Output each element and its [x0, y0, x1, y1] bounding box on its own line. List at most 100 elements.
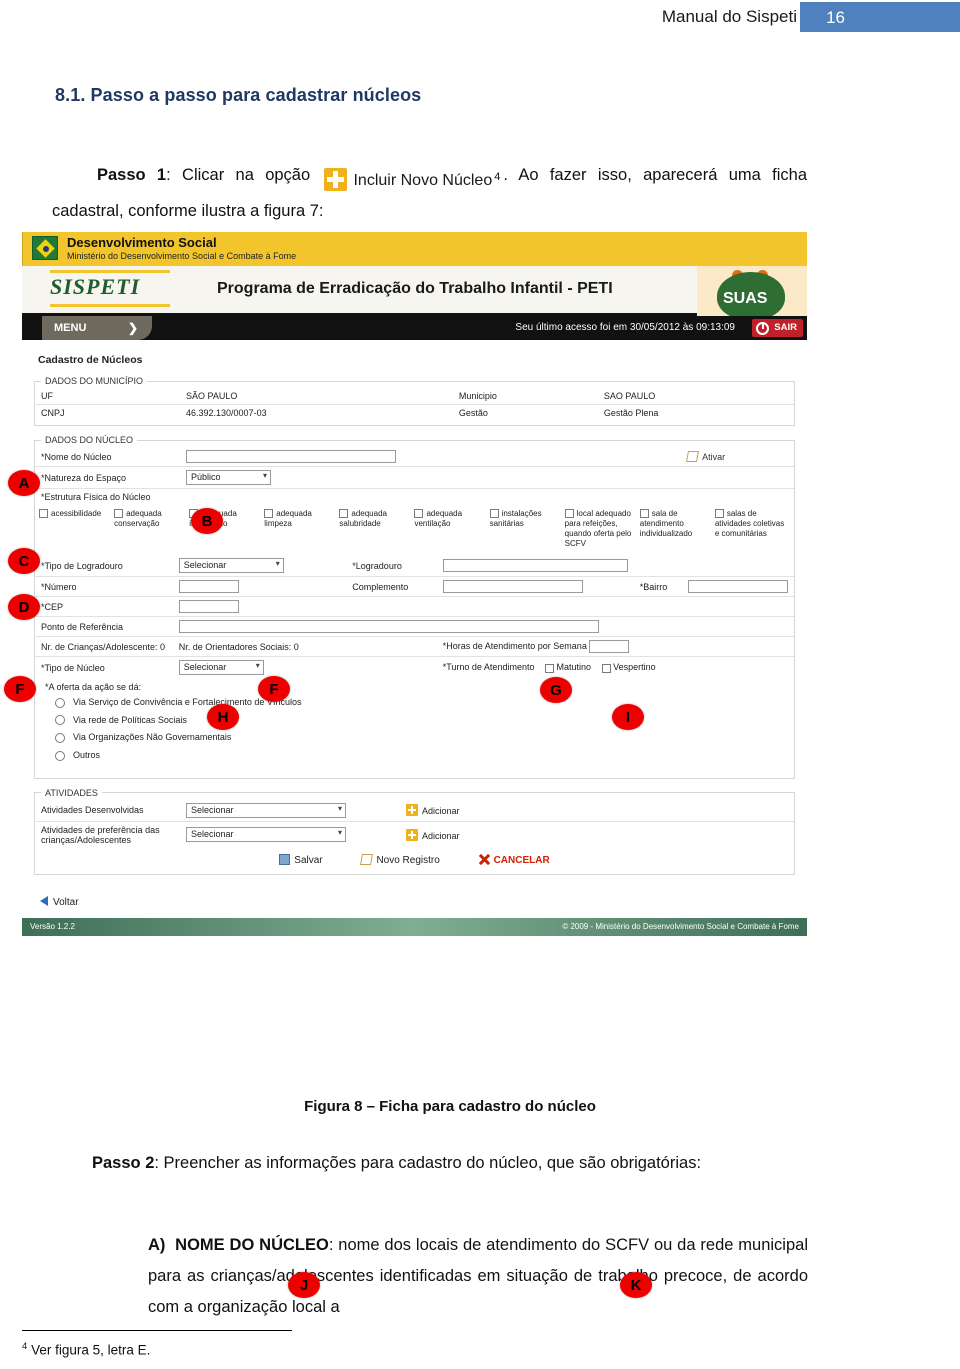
checkbox-icon[interactable] — [564, 509, 574, 519]
numero-cell — [172, 576, 347, 597]
checkbox-matutino-icon[interactable] — [544, 663, 554, 673]
oferta-question: *A oferta da ação se dá: — [45, 682, 142, 692]
checkbox-salas-coletivas[interactable]: salas de atividades coletivas e comunitá… — [714, 509, 790, 549]
item-a-term: NOME DO NÚCLEO — [175, 1236, 329, 1254]
atividades-preferencia-select[interactable]: Selecionar — [186, 827, 346, 842]
uf-label: UF — [35, 388, 180, 405]
checkbox-acessibilidade[interactable]: acessibilidade — [39, 509, 114, 549]
form-area: Cadastro de Núcleos DADOS DO MUNICÍPIO U… — [22, 340, 807, 918]
checkbox-vespertino-icon[interactable] — [601, 663, 611, 673]
page-number: 16 — [826, 8, 845, 27]
checkbox-sala-atendimento[interactable]: sala de atendimento individualizado — [639, 509, 715, 549]
municipio-label: Municipio — [452, 388, 598, 405]
numero-input[interactable] — [178, 580, 239, 593]
radio-option-politicas-sociais[interactable]: Via rede de Políticas Sociais — [55, 715, 786, 726]
logradouro-input[interactable] — [442, 559, 628, 572]
ponto-referencia-input[interactable] — [178, 620, 599, 633]
radio-icon[interactable] — [55, 750, 65, 761]
form-page-title: Cadastro de Núcleos — [38, 354, 143, 366]
adicionar-preferencia-button[interactable]: Adicionar — [406, 828, 460, 841]
checkbox-icon[interactable] — [714, 509, 724, 519]
checkbox-icon[interactable] — [339, 509, 349, 519]
footnote: 4 Ver figura 5, letra E. — [22, 1341, 150, 1358]
nome-nucleo-label: *Nome do Núcleo — [35, 447, 180, 467]
menu-button[interactable]: MENU ❯ — [42, 316, 152, 340]
figure-screenshot: Desenvolvimento Social Ministério do Des… — [22, 232, 807, 1022]
checkbox-salubridade[interactable]: adequada salubridade — [339, 509, 414, 549]
incluir-novo-nucleo-label: Incluir Novo Núcleo — [353, 172, 493, 189]
menu-label: MENU — [54, 322, 87, 334]
logradouro-cell — [436, 555, 634, 577]
bairro-input[interactable] — [688, 580, 788, 593]
checkbox-icon[interactable] — [414, 509, 424, 519]
checkbox-label: acessibilidade — [51, 509, 102, 518]
nome-nucleo-cell — [180, 447, 682, 467]
arrow-left-icon — [40, 895, 48, 906]
checkbox-limpeza[interactable]: adequada limpeza — [264, 509, 339, 549]
ativar-button[interactable]: Ativar — [686, 451, 725, 462]
passo2-text: : Preencher as informações para cadastro… — [154, 1154, 702, 1172]
gestao-value: Gestão Plena — [603, 408, 659, 418]
manual-title: Manual do Sispeti — [661, 7, 797, 26]
voltar-button[interactable]: Voltar — [22, 884, 807, 918]
municipio-value: SAO PAULO — [597, 388, 794, 405]
checkbox-ventilacao[interactable]: adequada ventilação — [414, 509, 489, 549]
cancelar-button[interactable]: CANCELAR — [479, 855, 550, 866]
radio-label: Via Organizações Não Governamentais — [73, 732, 232, 743]
passo1-lead: Passo 1 — [97, 166, 167, 184]
passo1-paragraph: Passo 1: Clicar na opção Incluir Novo Nú… — [52, 160, 807, 226]
checkbox-icon[interactable] — [39, 509, 48, 519]
atividades-desenvolvidas-select[interactable]: Selecionar — [186, 802, 346, 818]
checkbox-icon[interactable] — [264, 509, 274, 519]
cep-input[interactable] — [178, 600, 239, 613]
program-title: Programa de Erradicação do Trabalho Infa… — [217, 280, 613, 297]
complemento-input[interactable] — [442, 580, 583, 593]
brazil-flag-icon — [32, 236, 58, 260]
nome-nucleo-input[interactable] — [186, 450, 396, 463]
turno-label: *Turno de Atendimento — [442, 662, 535, 673]
checkbox-icon[interactable] — [114, 509, 124, 519]
radio-icon[interactable] — [55, 715, 65, 726]
plus-icon — [406, 804, 418, 816]
cancelar-label: CANCELAR — [493, 854, 550, 866]
spacer-cell-2 — [682, 555, 794, 577]
checkbox-conservacao[interactable]: adequada conservação — [114, 509, 189, 549]
horas-input[interactable] — [589, 640, 630, 653]
table-row: *Tipo de Logradouro Selecionar *Logradou… — [35, 555, 794, 577]
oferta-block: *A oferta da ação se dá: Via Serviço de … — [35, 678, 794, 774]
voltar-label: Voltar — [53, 896, 79, 908]
new-record-icon — [360, 853, 374, 865]
table-row: Nr. de Crianças/Adolescente: 0 Nr. de Or… — [35, 636, 794, 657]
radio-icon[interactable] — [55, 732, 65, 743]
natureza-select[interactable]: Público — [186, 470, 271, 485]
annotation-marker-f: F — [258, 676, 290, 702]
checkbox-instalacoes-sanitarias[interactable]: instalações sanitárias — [489, 509, 565, 549]
passo2-paragraph: Passo 2: Preencher as informações para c… — [52, 1148, 807, 1179]
radio-option-convivencia[interactable]: Via Serviço de Convivência e Fortalecime… — [55, 697, 786, 708]
passo1-text-before: : Clicar na opção — [166, 166, 311, 184]
tipo-nucleo-cell: Selecionar — [173, 657, 437, 679]
salvar-button[interactable]: Salvar — [279, 853, 323, 866]
adicionar-desenvolvidas-button[interactable]: Adicionar — [406, 804, 460, 816]
radio-icon[interactable] — [55, 697, 65, 708]
last-access-text: Seu último acesso foi em 30/05/2012 às 0… — [515, 322, 735, 333]
incluir-novo-nucleo-button[interactable]: Incluir Novo Núcleo 4 — [324, 162, 500, 196]
radio-option-outros[interactable]: Outros — [55, 750, 786, 761]
adicionar-label: Adicionar — [422, 830, 460, 841]
radio-option-ongs[interactable]: Via Organizações Não Governamentais — [55, 732, 786, 743]
power-icon — [756, 322, 770, 335]
checkbox-icon[interactable] — [639, 509, 649, 519]
novo-registro-button[interactable]: Novo Registro — [360, 853, 440, 866]
logout-button[interactable]: SAIR — [752, 319, 803, 337]
logout-label: SAIR — [774, 322, 797, 333]
checkbox-icon[interactable] — [489, 509, 499, 519]
cancel-icon — [479, 854, 490, 865]
tipo-logradouro-select[interactable]: Selecionar — [178, 558, 284, 573]
figure-caption: Figura 8 – Ficha para cadastro do núcleo — [304, 1098, 596, 1115]
checkbox-local-refeicoes[interactable]: local adequado para refeições, quando of… — [564, 509, 640, 549]
copyright-label: © 2009 - Ministério do Desenvolvimento S… — [562, 921, 799, 931]
natureza-label: *Natureza do Espaço — [35, 466, 180, 489]
tipo-nucleo-select[interactable]: Selecionar — [178, 660, 264, 675]
annotation-marker-b: B — [191, 508, 223, 534]
annotation-marker-j: J — [288, 1272, 320, 1298]
